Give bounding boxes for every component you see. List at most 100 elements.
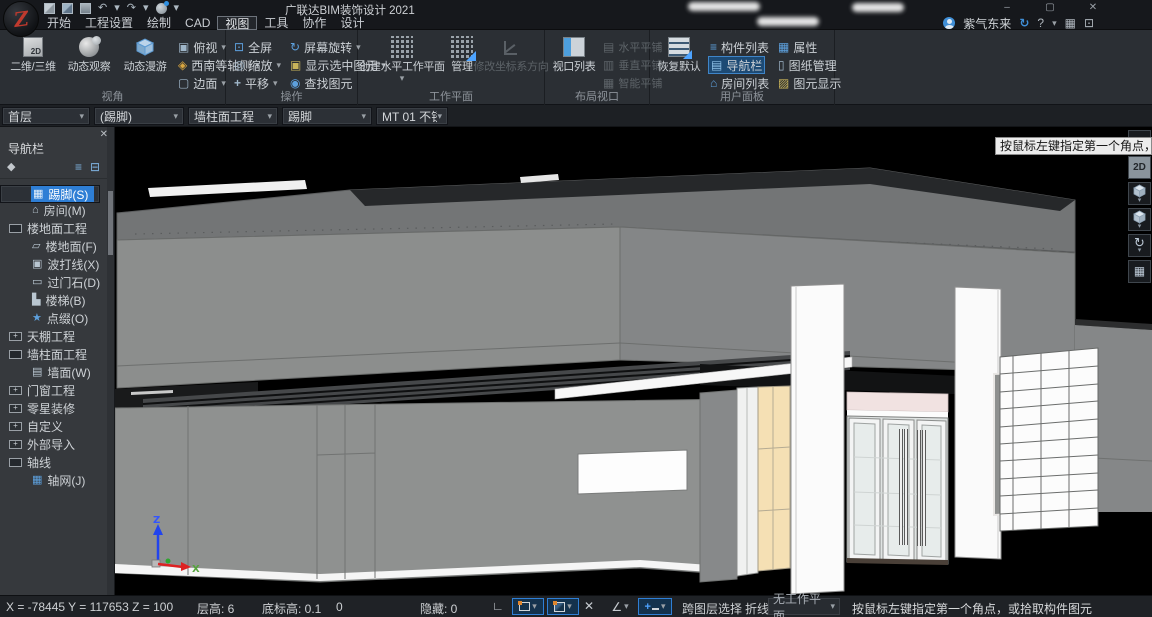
sheet-management-item[interactable]: ▯ 图纸管理 — [776, 56, 839, 74]
app-logo[interactable]: Z — [3, 1, 39, 37]
sidebar-scrollbar[interactable] — [107, 127, 114, 595]
properties-item[interactable]: ▦ 属性 — [776, 38, 819, 56]
help-icon[interactable]: ? — [1037, 16, 1044, 30]
tree-group-external-import[interactable]: +外部导入 — [0, 435, 108, 453]
angle-snap-toggle[interactable]: ∠ ▾ — [605, 598, 635, 615]
tree-item-axis-grid[interactable]: ▦轴网(J) — [0, 471, 108, 489]
sheet-management-icon: ▯ — [778, 58, 785, 72]
locate-icon[interactable]: ◆ — [7, 160, 15, 173]
collapse-ribbon-icon[interactable]: ⊡ — [1084, 16, 1094, 30]
ribbon-group-work-plane: 创建水平工作平面 ▾ 管理 修改坐标系方向 工作平面 — [358, 30, 545, 105]
solid-select-toggle[interactable]: ▾ — [547, 598, 579, 615]
material-select[interactable]: MT 01 不锈钢踢▾ — [376, 107, 448, 125]
title-bar: ↶ ▾ ↷ ▾ ▾ 广联达BIM装饰设计 2021 – ▢ ✕ 开始 工程设置 … — [0, 0, 1152, 30]
tab-project-settings[interactable]: 工程设置 — [78, 16, 140, 30]
tree-item-accent[interactable]: ★点缀(O) — [0, 309, 108, 327]
group-closed-icon: + — [9, 386, 22, 395]
scrollbar-thumb[interactable] — [108, 191, 113, 255]
tree-item-skirting-selected[interactable]: ▦踢脚(S) — [0, 185, 100, 203]
component-box-button[interactable]: ▦ — [1128, 260, 1151, 283]
viewport-list-button[interactable]: 视口列表 — [550, 33, 598, 73]
rect-select-toggle[interactable]: ▾ — [512, 598, 544, 615]
orbit-button[interactable]: 动态观察 — [62, 33, 116, 73]
top-view-item[interactable]: ▣ 俯视▾ — [176, 38, 228, 56]
screen-rotate-item[interactable]: ↻ 屏幕旋转▾ — [288, 38, 363, 56]
plus-line-icon: + — [645, 601, 659, 613]
view-cube-alt-button[interactable]: ▾ — [1128, 208, 1151, 231]
panel-toggle-icon[interactable]: ⊟ — [90, 160, 100, 174]
work-category-select[interactable]: 墙柱面工程▾ — [188, 107, 278, 125]
undo-icon[interactable]: ↶ — [98, 2, 107, 14]
tree-group-axis[interactable]: 轴线 — [0, 453, 108, 471]
new-file-icon[interactable] — [44, 3, 55, 14]
help-caret-icon[interactable]: ▾ — [1052, 18, 1057, 29]
fullscreen-item[interactable]: ⊡ 全屏 — [232, 38, 274, 56]
3d-viewport[interactable]: Z X 2D ▾ — [115, 127, 1152, 595]
tree-item-door-stone[interactable]: ▭过门石(D) — [0, 273, 108, 291]
tab-tools[interactable]: 工具 — [257, 16, 295, 30]
panel-title: 导航栏 — [8, 140, 44, 157]
ribbon-group-layout-viewport: 视口列表 ▤ 水平平铺 ▥ 垂直平铺 ▦ 智能平铺 布局视口 — [545, 30, 650, 105]
minimize-button[interactable]: – — [995, 2, 1019, 13]
maximize-button[interactable]: ▢ — [1038, 2, 1062, 13]
orbit-sphere-icon — [79, 37, 99, 57]
application-window: ↶ ▾ ↷ ▾ ▾ 广联达BIM装饰设计 2021 – ▢ ✕ 开始 工程设置 … — [0, 0, 1152, 617]
undo-caret-icon[interactable]: ▾ — [114, 2, 120, 14]
create-horizontal-workplane-button[interactable]: 创建水平工作平面 ▾ — [362, 33, 442, 84]
tree-group-floor-works[interactable]: 楼地面工程 — [0, 219, 108, 237]
user-avatar[interactable] — [943, 17, 955, 29]
tree-group-wall-column-works[interactable]: 墙柱面工程 — [0, 345, 108, 363]
tree-group-misc-decoration[interactable]: +零星装修 — [0, 399, 108, 417]
tab-design[interactable]: 设计 — [333, 16, 371, 30]
tree-item-wave-line[interactable]: ▣波打线(X) — [0, 255, 108, 273]
tree-item-room[interactable]: ⌂房间(M) — [0, 201, 108, 219]
snap-line-toggle[interactable]: + ▾ — [638, 598, 672, 615]
gift-icon[interactable]: ▦ — [1065, 16, 1076, 30]
username[interactable]: 紫气东来 — [963, 15, 1011, 32]
tree-item-wall-surface[interactable]: ▤墙面(W) — [0, 363, 108, 381]
tab-draw[interactable]: 绘制 — [140, 16, 178, 30]
view-filter-select[interactable]: (踢脚)▾ — [94, 107, 184, 125]
2d-view-button[interactable]: 2D — [1128, 156, 1151, 179]
tree-group-custom[interactable]: +自定义 — [0, 417, 108, 435]
caret-down-icon: ▾ — [173, 111, 178, 122]
quick-access-toolbar: ↶ ▾ ↷ ▾ ▾ — [44, 1, 179, 15]
toggle-2d-3d-button[interactable]: 2D 二维/三维 — [6, 33, 60, 73]
coordinate-axes-icon — [500, 36, 522, 58]
list-view-icon[interactable]: ≡ — [75, 160, 82, 174]
navigation-bar-item[interactable]: ▤ 导航栏 — [708, 56, 765, 74]
tab-start[interactable]: 开始 — [40, 16, 78, 30]
sw-isometric-icon: ◈ — [178, 58, 187, 72]
tree-group-door-window-works[interactable]: +门窗工程 — [0, 381, 108, 399]
floor-select[interactable]: 首层▾ — [2, 107, 90, 125]
component-type-select[interactable]: 踢脚▾ — [282, 107, 372, 125]
customize-toolbar-icon[interactable]: ▾ — [174, 2, 180, 14]
tree-group-ceiling-works[interactable]: +天棚工程 — [0, 327, 108, 345]
sync-icon[interactable] — [156, 3, 167, 14]
cross-layer-select-toggle[interactable]: 跨图层选择 — [682, 600, 742, 617]
open-file-icon[interactable] — [62, 3, 73, 14]
redo-icon[interactable]: ↷ — [127, 2, 136, 14]
sync-cloud-icon[interactable]: ↻ — [1019, 16, 1029, 30]
view-cube-button[interactable]: ▾ — [1128, 182, 1151, 205]
tree-item-floor[interactable]: ▱楼地面(F) — [0, 237, 108, 255]
close-button[interactable]: ✕ — [1081, 2, 1105, 13]
redo-caret-icon[interactable]: ▾ — [143, 2, 149, 14]
rotate-view-button[interactable]: ↻ ▾ — [1128, 234, 1151, 257]
tab-view[interactable]: 视图 — [217, 16, 257, 30]
work-plane-select[interactable]: 无工作平面 ▾ — [768, 598, 840, 615]
deselect-icon[interactable]: ✕ — [584, 599, 594, 613]
tab-collaborate[interactable]: 协作 — [295, 16, 333, 30]
save-icon[interactable] — [80, 3, 91, 14]
tree-item-stairs[interactable]: ▙楼梯(B) — [0, 291, 108, 309]
zoom-item[interactable]: ◎ 缩放▾ — [232, 56, 283, 74]
cube-capture-icon — [554, 602, 565, 612]
caret-down-icon: ▾ — [1138, 248, 1142, 254]
navigation-panel: ✕ 导航栏 ◆ ≡ ⊟ 房间 ⌂房间(M) 楼地面工程 ▱楼地面(F) ▣波打线… — [0, 127, 115, 595]
component-list-item[interactable]: ≡ 构件列表 — [708, 38, 771, 56]
ortho-corner-icon[interactable]: ∟ — [492, 599, 504, 613]
restore-default-button[interactable]: 恢复默认 — [655, 33, 703, 73]
stairs-icon: ▙ — [32, 295, 40, 306]
tab-cad[interactable]: CAD — [178, 16, 217, 30]
walkthrough-button[interactable]: 动态漫游 — [118, 33, 172, 73]
